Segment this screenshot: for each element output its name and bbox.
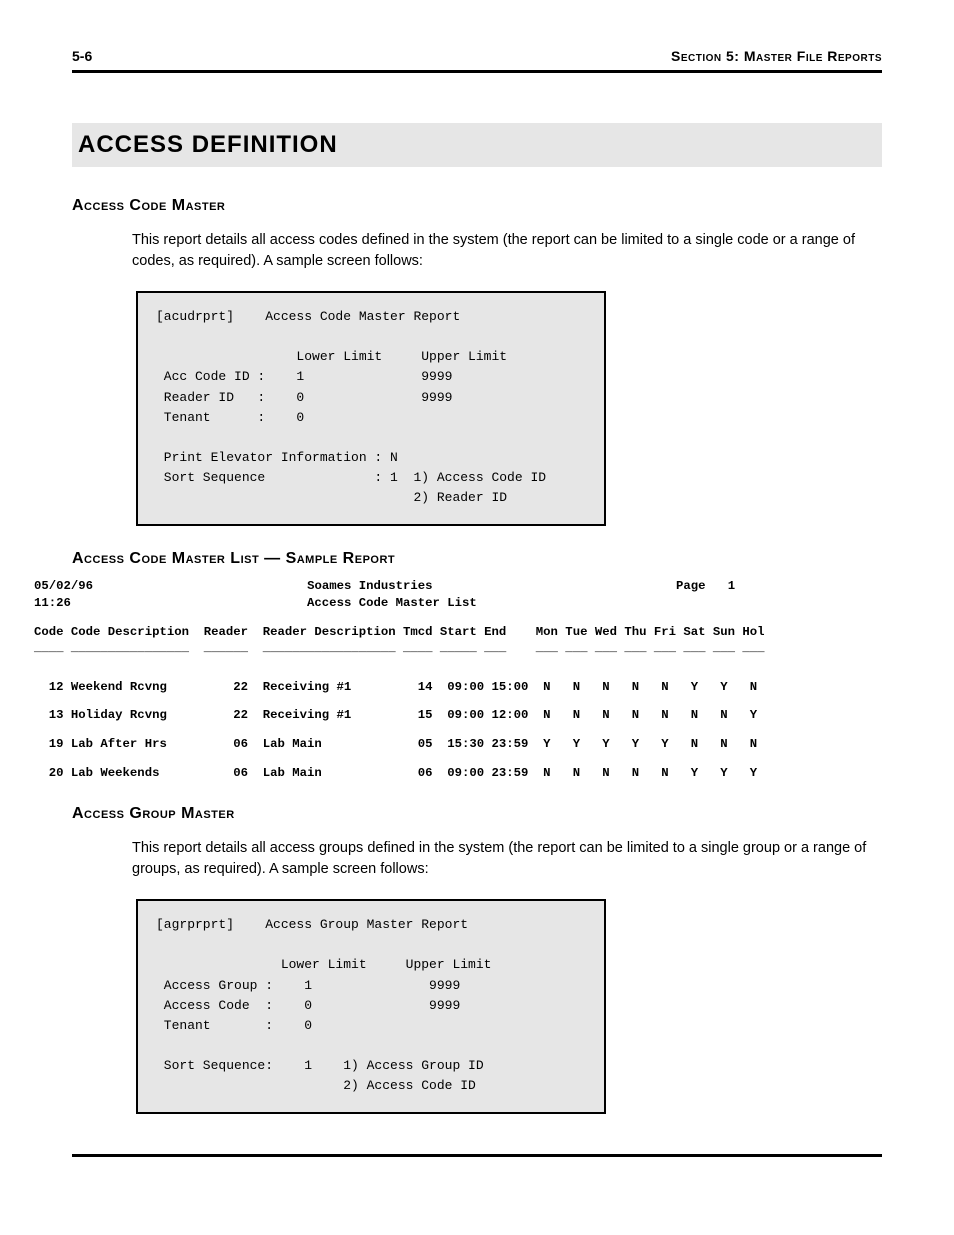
report-underlines: ____ ________________ ______ ___________… [34,641,765,655]
paragraph-access-group-master: This report details all access groups de… [132,838,882,882]
subhead-access-group-master: Access Group Master [72,805,882,823]
page-container: 5-6 Section 5: Master File Reports ACCES… [0,0,954,1217]
screen2-line: Tenant : 0 [156,1018,312,1033]
screen1-line: [acudrprt] Access Code Master Report [156,309,460,324]
table-row: 13 Holiday Rcvng 22 Receiving #1 15 09:0… [34,708,757,722]
screen1-line: Reader ID : 0 9999 [156,390,452,405]
screen2-line: Lower Limit Upper Limit [156,957,491,972]
terminal-screen-access-group: [agrprprt] Access Group Master Report Lo… [136,899,606,1114]
subhead-access-code-master: Access Code Master [72,197,882,215]
paragraph-access-code-master: This report details all access codes def… [132,230,882,274]
screen2-line: Sort Sequence: 1 1) Access Group ID [156,1058,484,1073]
table-row: 19 Lab After Hrs 06 Lab Main 05 15:30 23… [34,737,757,751]
report-line: 11:26 Access Code Master List [34,596,477,610]
report-line: 05/02/96 Soames Industries Page 1 [34,579,735,593]
screen1-line: Sort Sequence : 1 1) Access Code ID [156,470,546,485]
page-title: ACCESS DEFINITION [72,123,882,167]
screen1-line: Acc Code ID : 1 9999 [156,369,452,384]
screen2-line: Access Code : 0 9999 [156,998,460,1013]
section-label: Section 5: Master File Reports [671,48,882,64]
footer-rule [72,1154,882,1157]
subhead-sample-report: Access Code Master List — Sample Report [72,550,882,568]
page-number: 5-6 [72,48,92,64]
table-row: 12 Weekend Rcvng 22 Receiving #1 14 09:0… [34,680,757,694]
sample-report-listing: 05/02/96 Soames Industries Page 1 11:26 … [34,578,882,781]
running-header: 5-6 Section 5: Master File Reports [72,48,882,70]
screen2-line: 2) Access Code ID [156,1078,476,1093]
screen1-line: Tenant : 0 [156,410,304,425]
table-row: 20 Lab Weekends 06 Lab Main 06 09:00 23:… [34,766,757,780]
terminal-screen-access-code: [acudrprt] Access Code Master Report Low… [136,291,606,526]
report-columns: Code Code Description Reader Reader Desc… [34,625,765,639]
header-rule [72,70,882,73]
screen2-line: [agrprprt] Access Group Master Report [156,917,468,932]
screen1-line: Print Elevator Information : N [156,450,398,465]
screen1-line: Lower Limit Upper Limit [156,349,507,364]
screen1-line: 2) Reader ID [156,490,507,505]
screen2-line: Access Group : 1 9999 [156,978,460,993]
